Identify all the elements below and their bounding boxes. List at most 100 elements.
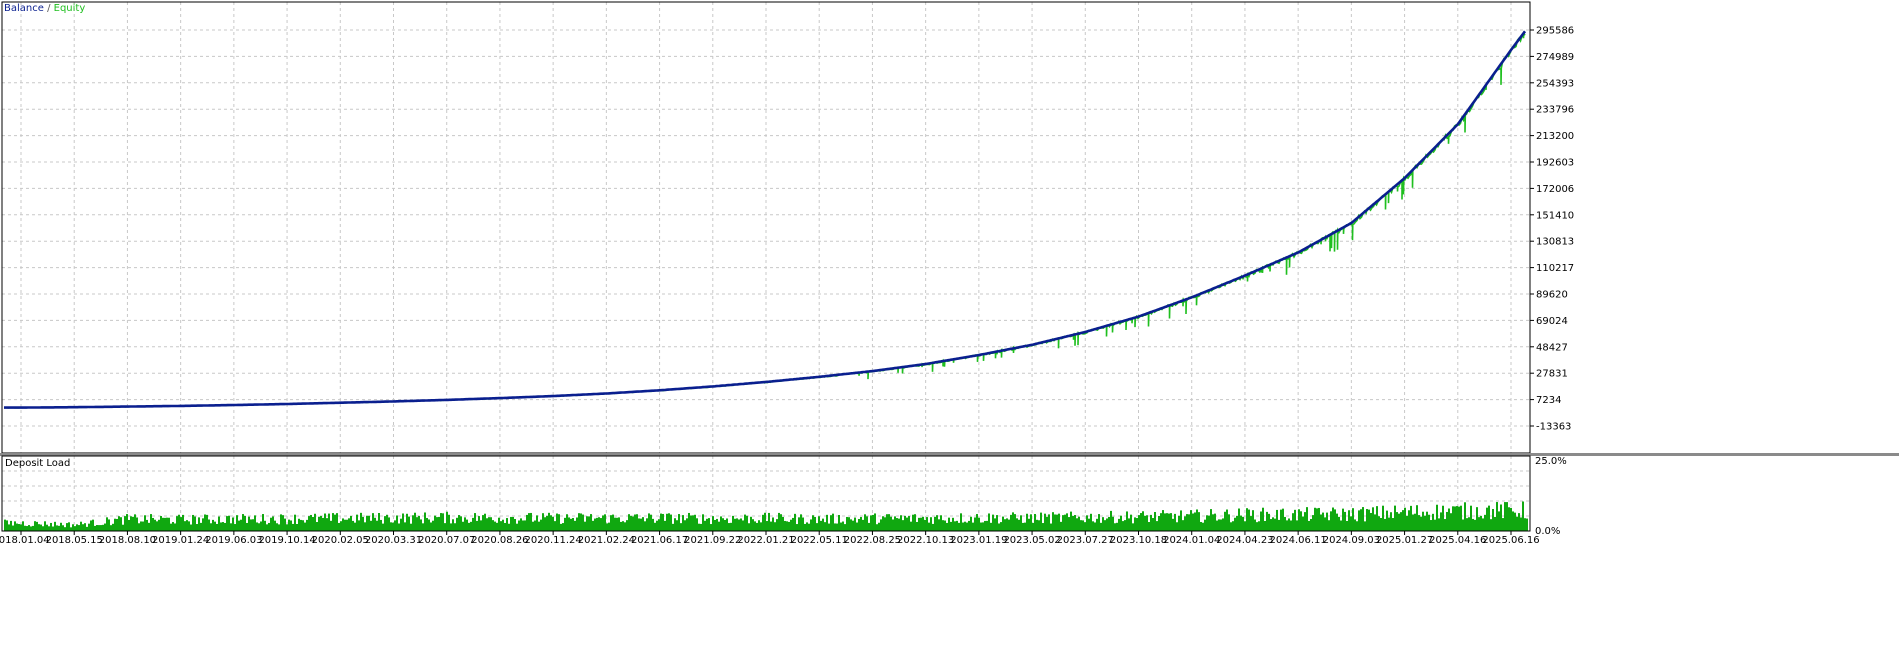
deposit-load-bar: [754, 521, 756, 531]
deposit-load-bar: [1368, 509, 1370, 531]
deposit-load-bar: [188, 521, 190, 531]
deposit-load-bar: [508, 523, 510, 531]
deposit-load-bar: [808, 523, 810, 531]
deposit-load-bar: [1500, 504, 1502, 531]
deposit-load-bar: [1516, 516, 1518, 531]
y-tick-label: 69024: [1536, 316, 1568, 327]
deposit-load-bar: [1322, 512, 1324, 531]
deposit-load-bar: [146, 519, 148, 531]
deposit-load-bar: [960, 513, 962, 531]
deposit-load-bar: [992, 514, 994, 531]
deposit-load-bar: [1330, 511, 1332, 531]
deposit-load-bar: [1048, 514, 1050, 531]
x-tick-label: 2019.06.03: [205, 535, 262, 546]
deposit-load-bar: [1184, 516, 1186, 531]
deposit-load-bar: [170, 523, 172, 531]
deposit-load-bar: [1374, 514, 1376, 531]
deposit-load-bar: [678, 514, 680, 531]
deposit-load-bar: [1490, 519, 1492, 531]
deposit-load-bar: [824, 522, 826, 531]
deposit-load-bar: [468, 522, 470, 531]
deposit-load-bar: [1442, 505, 1444, 531]
deposit-load-bar: [1058, 513, 1060, 531]
deposit-load-bar: [322, 517, 324, 531]
deposit-load-bar: [514, 518, 516, 531]
deposit-load-bar: [502, 519, 504, 531]
deposit-load-bar: [1090, 513, 1092, 531]
deposit-load-bar: [1398, 513, 1400, 531]
deposit-load-bar: [610, 515, 612, 531]
deposit-load-bar: [1208, 515, 1210, 531]
deposit-load-bar: [688, 512, 690, 531]
deposit-load-bar: [532, 521, 534, 531]
deposit-load-bar: [454, 523, 456, 531]
deposit-load-bar: [98, 525, 100, 531]
deposit-load-bar: [592, 520, 594, 531]
deposit-load-bar: [550, 515, 552, 531]
deposit-load-bar: [1402, 510, 1404, 531]
deposit-load-bar: [674, 518, 676, 531]
deposit-load-bar: [1514, 512, 1516, 531]
deposit-load-bar: [1128, 518, 1130, 531]
deposit-load-bar: [1002, 516, 1004, 531]
deposit-load-bar: [1280, 509, 1282, 531]
deposit-load-bar: [800, 514, 802, 531]
deposit-load-bar: [1202, 522, 1204, 531]
deposit-load-bar: [1428, 514, 1430, 531]
deposit-load-bar: [870, 515, 872, 531]
deposit-load-bar: [1406, 515, 1408, 531]
deposit-load-bar: [566, 514, 568, 531]
deposit-load-bar: [1174, 513, 1176, 531]
deposit-load-bar: [834, 523, 836, 531]
deposit-load-bar: [496, 522, 498, 531]
deposit-load-bar: [848, 517, 850, 531]
deposit-load-bar: [748, 523, 750, 531]
deposit-load-bar: [84, 523, 86, 531]
deposit-load-bar: [716, 518, 718, 531]
deposit-load-bar: [666, 513, 668, 531]
deposit-load-bar: [1482, 518, 1484, 531]
deposit-load-bar: [430, 522, 432, 531]
deposit-load-bar: [364, 522, 366, 531]
deposit-load-bar: [840, 522, 842, 531]
x-tick-label: 2025.04.16: [1429, 535, 1486, 546]
deposit-load-bar: [110, 525, 112, 531]
deposit-load-bar: [1122, 521, 1124, 531]
deposit-load-bar: [856, 522, 858, 531]
deposit-load-bar: [1114, 523, 1116, 531]
deposit-load-bar: [922, 516, 924, 531]
x-tick-label: 2020.03.31: [365, 535, 422, 546]
deposit-load-bar: [1192, 513, 1194, 531]
deposit-load-bar: [1462, 519, 1464, 531]
deposit-load-bar: [538, 521, 540, 531]
deposit-load-bar: [292, 523, 294, 531]
deposit-load-bar: [418, 515, 420, 531]
deposit-load-bar: [930, 517, 932, 531]
deposit-load-bar: [1496, 502, 1498, 531]
deposit-load-bar: [1240, 515, 1242, 531]
deposit-load-bar: [1418, 515, 1420, 531]
deposit-load-bar: [424, 512, 426, 531]
deposit-load-bar: [956, 520, 958, 531]
deposit-load-bar: [348, 518, 350, 531]
deposit-load-bar: [740, 518, 742, 531]
deposit-load-bar: [1226, 509, 1228, 531]
x-tick-label: 2021.06.17: [631, 535, 688, 546]
deposit-load-bar: [838, 514, 840, 531]
deposit-load-bar: [500, 521, 502, 531]
deposit-load-bar: [722, 518, 724, 531]
deposit-load-bar: [1274, 518, 1276, 531]
deposit-load-bar: [8, 524, 10, 531]
deposit-load-bar: [1388, 517, 1390, 531]
deposit-load-bar: [738, 519, 740, 531]
deposit-load-bar: [1088, 518, 1090, 531]
deposit-load-label: Deposit Load: [5, 458, 70, 469]
deposit-load-bar: [108, 519, 110, 531]
deposit-load-bar: [942, 520, 944, 531]
deposit-load-bar: [560, 523, 562, 531]
deposit-load-bar: [1086, 515, 1088, 531]
deposit-load-bar: [1140, 513, 1142, 531]
y-tick-label: 172006: [1536, 184, 1574, 195]
deposit-load-bar: [712, 516, 714, 531]
deposit-load-bar: [1294, 509, 1296, 531]
